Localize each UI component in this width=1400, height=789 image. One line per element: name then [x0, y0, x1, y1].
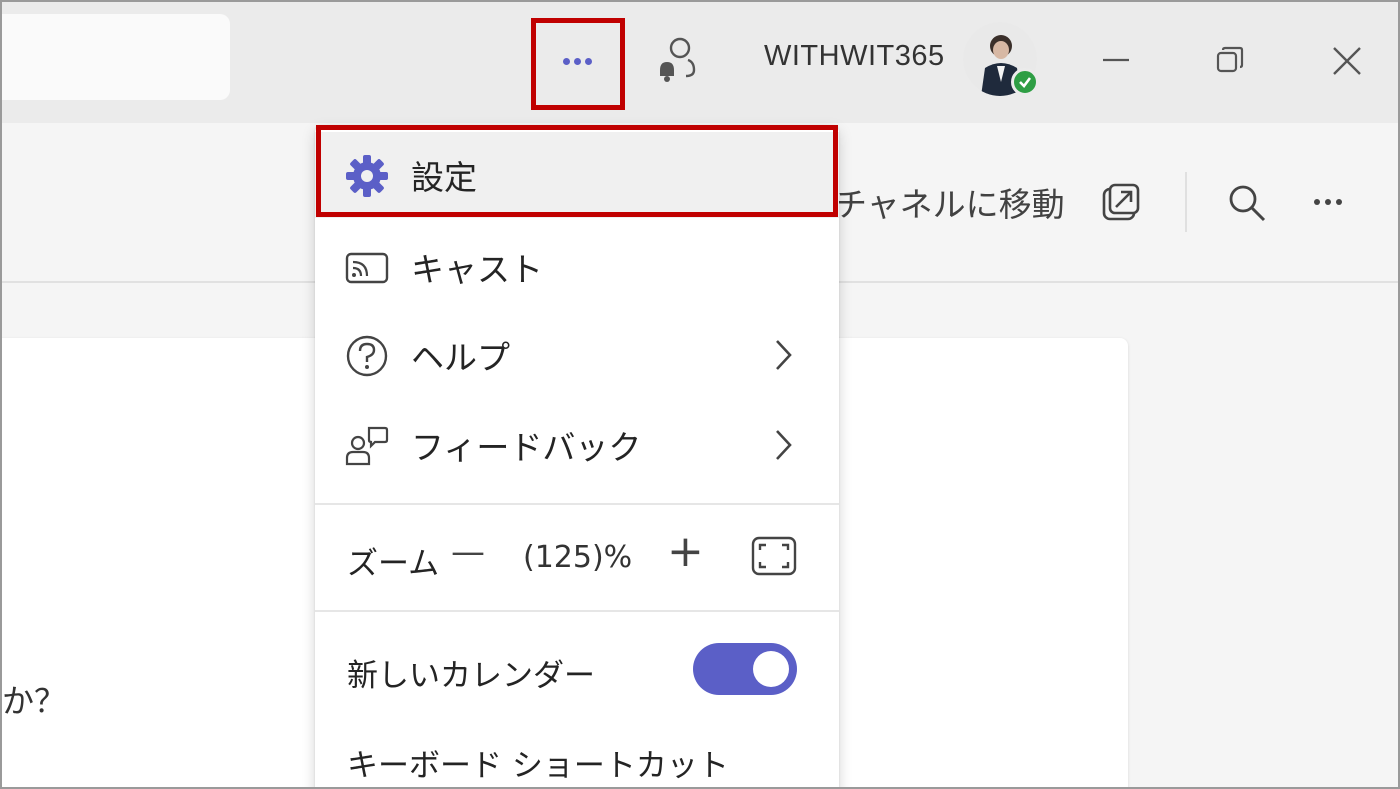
- restore-icon[interactable]: [1214, 44, 1246, 76]
- menu-item-label: フィードバック: [411, 428, 642, 467]
- search-icon[interactable]: [1226, 182, 1268, 224]
- menu-item-label: キャスト: [411, 250, 543, 289]
- zoom-out-button[interactable]: —: [451, 532, 485, 572]
- popout-icon[interactable]: [1100, 181, 1142, 223]
- cast-icon: [345, 252, 389, 284]
- help-circle-icon: [346, 335, 388, 377]
- close-icon[interactable]: [1330, 44, 1364, 78]
- zoom-label: ズーム: [347, 546, 440, 582]
- presence-available-icon: [1011, 68, 1039, 96]
- message-text: か？: [2, 682, 67, 720]
- people-bell-icon[interactable]: [654, 36, 704, 86]
- more-dot: [1325, 199, 1331, 205]
- more-dot: [1336, 199, 1342, 205]
- highlight-more-button: [531, 18, 625, 110]
- new-calendar-toggle[interactable]: [693, 643, 797, 695]
- chevron-right-icon: [776, 430, 792, 460]
- menu-divider: [315, 503, 839, 505]
- zoom-in-button[interactable]: +: [667, 526, 704, 577]
- new-calendar-label: 新しいカレンダー: [347, 658, 595, 694]
- menu-divider: [315, 610, 839, 612]
- chevron-right-icon: [776, 340, 792, 370]
- search-box[interactable]: [0, 14, 230, 100]
- settings-and-more-menu: 設定 キャスト ヘルプ フィードバック ズーム — (125)% + 新しいカレ…: [315, 126, 839, 789]
- header-more-button[interactable]: [1314, 199, 1342, 205]
- zoom-row: ズーム — (125)% +: [315, 516, 839, 602]
- more-horizontal-icon: [1314, 199, 1320, 205]
- menu-item-cast[interactable]: キャスト: [315, 224, 839, 310]
- zoom-value: (125)%: [523, 540, 633, 575]
- highlight-settings-item: [316, 125, 838, 217]
- title-bar: WITHWIT365: [0, 0, 1400, 123]
- toggle-knob: [753, 651, 789, 687]
- menu-item-help[interactable]: ヘルプ: [315, 312, 839, 398]
- feedback-icon: [345, 426, 389, 466]
- minimize-icon[interactable]: [1100, 44, 1132, 76]
- menu-item-feedback[interactable]: フィードバック: [315, 402, 839, 488]
- header-divider: [1185, 172, 1187, 232]
- go-to-channel-link[interactable]: チャネルに移動: [834, 178, 1065, 226]
- keyboard-shortcuts-item[interactable]: キーボード ショートカット: [347, 740, 729, 785]
- user-name: WITHWIT365: [764, 40, 945, 72]
- menu-item-label: ヘルプ: [411, 338, 510, 377]
- fullscreen-icon[interactable]: [751, 536, 797, 576]
